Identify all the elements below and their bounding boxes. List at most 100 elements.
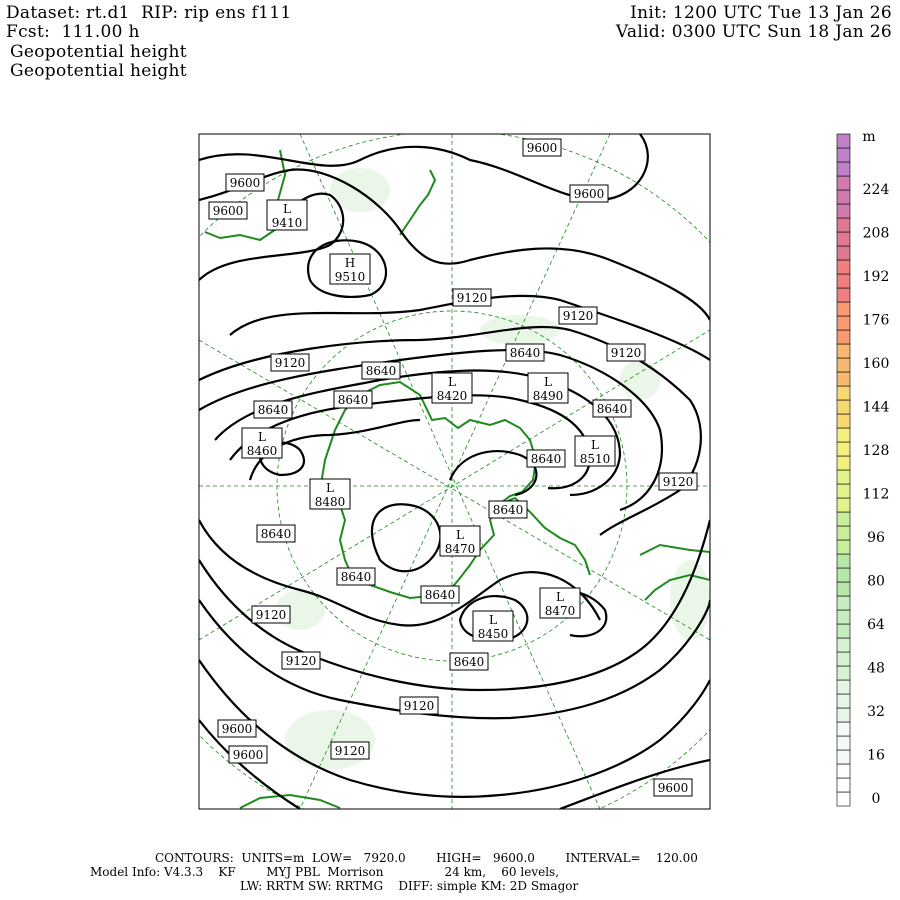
svg-text:L: L (489, 613, 497, 627)
contour-label: 8640 (488, 500, 528, 519)
colorbar-tick-label: 112 (863, 487, 890, 503)
svg-text:L: L (448, 375, 456, 389)
contour-label: 9120 (330, 741, 370, 760)
svg-text:9410: 9410 (272, 216, 303, 230)
colorbar-cell (836, 427, 851, 443)
colorbar-cell (836, 511, 851, 527)
colorbar-cell (836, 693, 851, 709)
svg-text:8640: 8640 (531, 452, 562, 466)
contour-label: 9120 (251, 605, 291, 624)
colorbar-cell (836, 525, 851, 541)
colorbar-cell (836, 791, 851, 807)
contour-label: 9600 (225, 173, 265, 192)
colorbar-cell (836, 553, 851, 569)
colorbar-cell (836, 315, 851, 331)
svg-text:9120: 9120 (611, 346, 642, 360)
contour-label: 9120 (558, 306, 598, 325)
contour-label: 8640 (592, 399, 632, 418)
coastlines (204, 149, 710, 809)
svg-text:8470: 8470 (445, 542, 476, 556)
colorbar-cell (836, 637, 851, 653)
svg-text:9600: 9600 (527, 141, 558, 155)
low-center: L8510 (574, 435, 616, 467)
low-center: L8470 (539, 587, 581, 619)
low-center: L8450 (472, 610, 514, 642)
colorbar-cell (836, 609, 851, 625)
contour-label: 8640 (253, 400, 293, 419)
svg-text:8460: 8460 (247, 444, 278, 458)
svg-text:9510: 9510 (335, 270, 366, 284)
colorbar-tick-label: 48 (867, 661, 885, 677)
colorbar-cell (836, 399, 851, 415)
high-center: H9510 (329, 253, 371, 285)
svg-text:8470: 8470 (545, 604, 576, 618)
colorbar-cell (836, 483, 851, 499)
low-center: L8470 (439, 525, 481, 557)
colorbar-cell (836, 651, 851, 667)
svg-text:L: L (544, 375, 552, 389)
contour-label: 9120 (281, 651, 321, 670)
colorbar-tick-label: 176 (863, 313, 890, 329)
contour-label: 8640 (256, 524, 296, 543)
svg-text:9120: 9120 (404, 699, 435, 713)
svg-text:9120: 9120 (335, 744, 366, 758)
colorbar-cell (836, 147, 851, 163)
colorbar-cell (836, 679, 851, 695)
contour-label: 9120 (658, 472, 698, 491)
model-info: Model Info: V4.3.3 KF MYJ PBL Morrison 2… (90, 865, 560, 879)
svg-text:L: L (556, 590, 564, 604)
low-center: L8460 (241, 427, 283, 459)
colorbar-cell (836, 735, 851, 751)
lat-lon-grid (199, 134, 710, 809)
contour-label: 8640 (420, 585, 460, 604)
svg-text:8640: 8640 (493, 503, 524, 517)
svg-text:9120: 9120 (457, 291, 488, 305)
colorbar-tick-label: 96 (867, 530, 885, 546)
svg-text:9600: 9600 (230, 176, 261, 190)
contour-label: 8640 (505, 343, 545, 362)
colorbar-cell (836, 595, 851, 611)
contour-label: 8640 (333, 390, 373, 409)
svg-text:L: L (591, 438, 599, 452)
contour-label: 9120 (606, 343, 646, 362)
colorbar-tick-label: 192 (863, 269, 890, 285)
colorbar-cell (836, 567, 851, 583)
colorbar-cell (836, 539, 851, 555)
colorbar-tick-label: 224 (863, 182, 890, 198)
colorbar: m 0 16 32 48 64 80 96 112 128 144 160 176 192 208 224 (836, 129, 890, 807)
colorbar-cell (836, 203, 851, 219)
colorbar-tick-label: 16 (867, 748, 885, 764)
colorbar-cell (836, 455, 851, 471)
colorbar-cell (836, 273, 851, 289)
colorbar-tick-label: 64 (867, 617, 885, 633)
colorbar-tick-label: 32 (867, 704, 885, 720)
contour-label: 9600 (228, 745, 268, 764)
svg-text:9120: 9120 (286, 654, 317, 668)
colorbar-cell (836, 175, 851, 191)
low-center: L9410 (266, 199, 308, 231)
svg-text:9120: 9120 (663, 475, 694, 489)
contour-label: 9600 (217, 719, 257, 738)
contour-label: 8640 (336, 567, 376, 586)
height-contours (199, 134, 710, 809)
contour-label: 9600 (569, 184, 609, 203)
colorbar-tick-label: 80 (867, 574, 885, 590)
low-center: L8490 (527, 372, 569, 404)
colorbar-cell (836, 469, 851, 485)
contour-labels: 9600960096009600960096009600960091209120… (208, 138, 698, 797)
colorbar-cell (836, 413, 851, 429)
svg-text:9600: 9600 (213, 204, 244, 218)
colorbar-cell (836, 301, 851, 317)
svg-text:8640: 8640 (261, 527, 292, 541)
colorbar-cell (836, 161, 851, 177)
svg-text:L: L (326, 481, 334, 495)
colorbar-cell (836, 707, 851, 723)
colorbar-cell (836, 371, 851, 387)
colorbar-cell (836, 721, 851, 737)
contour-label: 8640 (449, 652, 489, 671)
colorbar-cell (836, 259, 851, 275)
pressure-centers: L9410H9510L8420L8490L8460 L8510L8480L8470… (241, 199, 616, 642)
svg-text:8490: 8490 (533, 389, 564, 403)
colorbar-cell (836, 329, 851, 345)
svg-text:8640: 8640 (597, 402, 628, 416)
